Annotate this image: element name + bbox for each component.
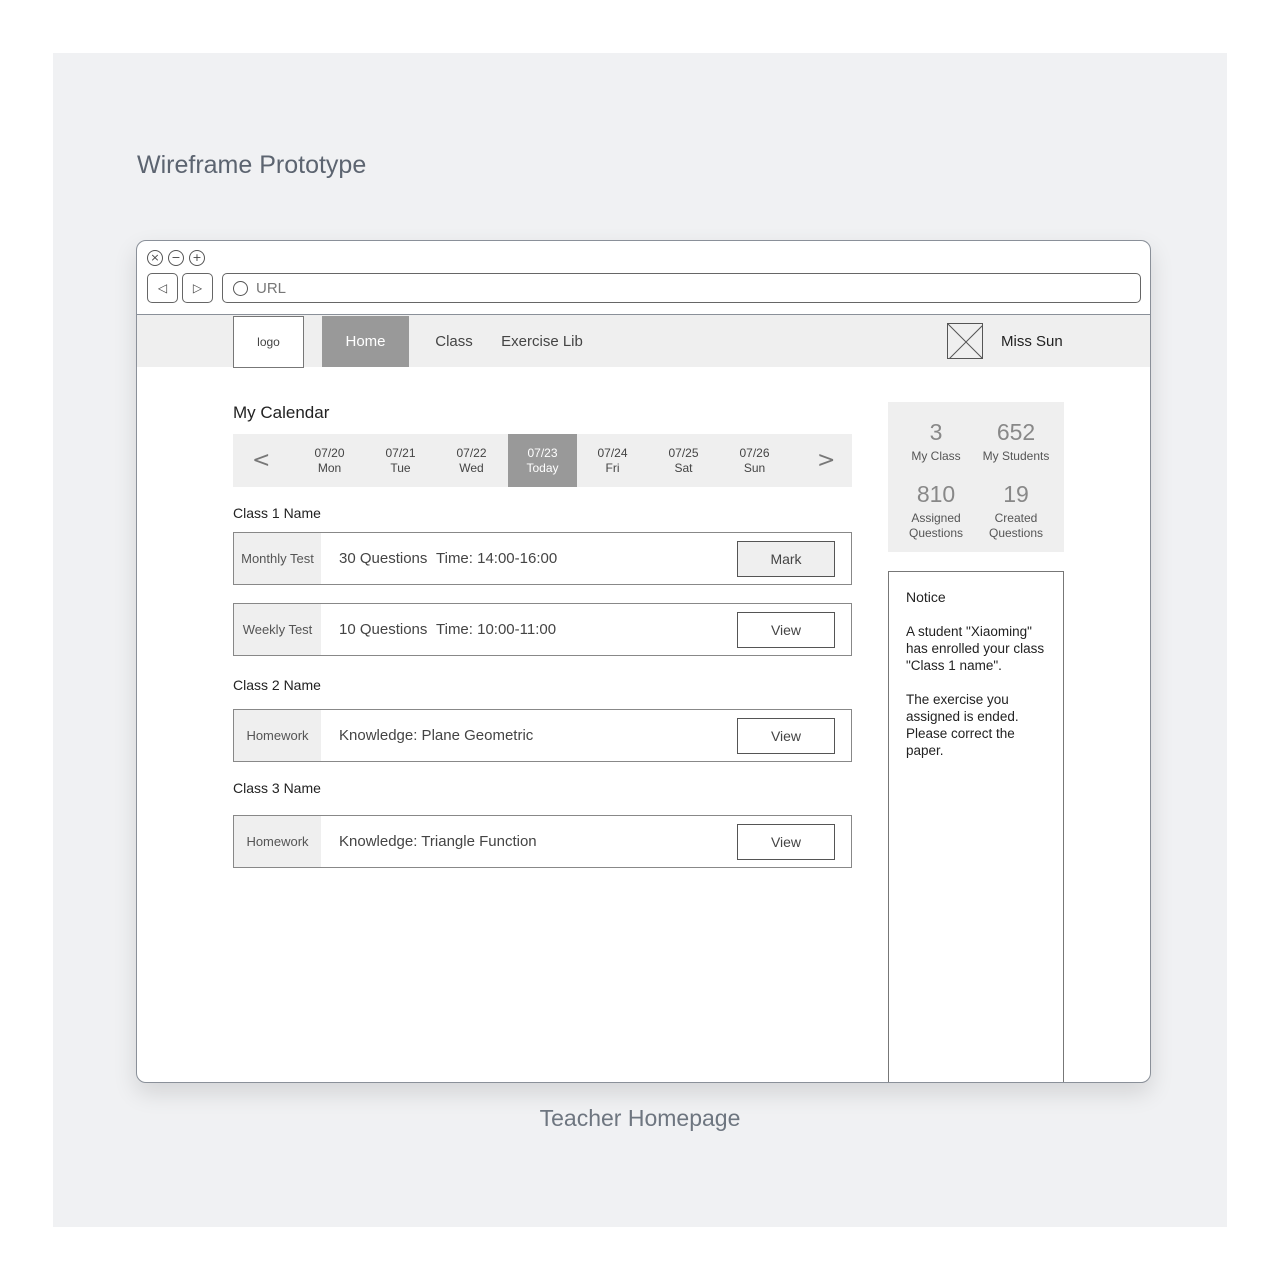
task-row: Weekly Test 10 Questions Time: 10:00-11:… bbox=[233, 603, 852, 656]
calendar-strip: < 07/20 Mon 07/21 Tue 07/22 Wed 07/23 To… bbox=[233, 434, 852, 487]
image-placeholder-icon bbox=[948, 324, 982, 358]
notice-title: Notice bbox=[906, 589, 946, 605]
nav-class[interactable]: Class bbox=[423, 316, 485, 367]
stat-label: My Class bbox=[911, 449, 961, 463]
close-icon[interactable]: × bbox=[147, 250, 163, 266]
stat-value: 3 bbox=[929, 419, 943, 445]
calendar-day[interactable]: 07/24 Fri bbox=[578, 434, 647, 487]
view-button[interactable]: View bbox=[737, 612, 835, 648]
user-name[interactable]: Miss Sun bbox=[1001, 316, 1063, 367]
canvas-title: Wireframe Prototype bbox=[137, 151, 367, 179]
stat-value: 19 bbox=[1003, 481, 1029, 507]
minimize-icon[interactable]: − bbox=[168, 250, 184, 266]
maximize-icon[interactable]: + bbox=[189, 250, 205, 266]
avatar[interactable] bbox=[947, 323, 983, 359]
notice-message[interactable]: The exercise you assigned is ended. Plea… bbox=[906, 691, 1051, 759]
calendar-day-today[interactable]: 07/23 Today bbox=[508, 434, 577, 487]
stat-value: 810 bbox=[916, 481, 956, 507]
class-name: Class 3 Name bbox=[233, 780, 321, 796]
stat-label: Created Questions bbox=[988, 511, 1044, 540]
url-placeholder: URL bbox=[256, 280, 287, 297]
calendar-title: My Calendar bbox=[233, 403, 330, 422]
task-type: Monthly Test bbox=[234, 533, 321, 584]
calendar-day[interactable]: 07/21 Tue bbox=[366, 434, 435, 487]
mark-button[interactable]: Mark bbox=[737, 541, 835, 577]
task-time: Time: 10:00-11:00 bbox=[436, 621, 557, 638]
forward-button[interactable]: ▷ bbox=[182, 273, 213, 303]
class-name: Class 1 Name bbox=[233, 505, 321, 521]
stat-my-students[interactable]: 652 My Students bbox=[976, 418, 1056, 464]
class-name: Class 2 Name bbox=[233, 677, 321, 693]
app-header: logo Home Class Exercise Lib Miss Sun bbox=[137, 314, 1150, 368]
logo[interactable]: logo bbox=[233, 316, 304, 368]
task-desc: 30 Questions bbox=[339, 550, 428, 567]
task-type: Homework bbox=[234, 710, 321, 761]
nav-home[interactable]: Home bbox=[322, 316, 409, 367]
calendar-day[interactable]: 07/20 Mon bbox=[295, 434, 364, 487]
task-row: Monthly Test 30 Questions Time: 14:00-16… bbox=[233, 532, 852, 585]
task-row: Homework Knowledge: Plane Geometric View bbox=[233, 709, 852, 762]
notice-panel: Notice A student "Xiaoming" has enrolled… bbox=[888, 571, 1064, 1082]
stat-label: Assigned Questions bbox=[908, 511, 964, 540]
canvas-caption: Teacher Homepage bbox=[539, 1105, 741, 1131]
view-button[interactable]: View bbox=[737, 718, 835, 754]
view-button[interactable]: View bbox=[737, 824, 835, 860]
task-type: Homework bbox=[234, 816, 321, 867]
task-desc: 10 Questions bbox=[339, 621, 428, 638]
stat-label: My Students bbox=[982, 449, 1050, 463]
browser-window: × − + ◁ ▷ URL logo Home Class Exercise L… bbox=[136, 240, 1151, 1083]
globe-icon bbox=[233, 281, 248, 296]
window-controls: × − + bbox=[147, 250, 205, 266]
task-desc: Knowledge: Triangle Function bbox=[339, 833, 537, 850]
calendar-day[interactable]: 07/22 Wed bbox=[437, 434, 506, 487]
task-type: Weekly Test bbox=[234, 604, 321, 655]
back-button[interactable]: ◁ bbox=[147, 273, 178, 303]
stat-created-questions[interactable]: 19 Created Questions bbox=[976, 480, 1056, 541]
task-desc: Knowledge: Plane Geometric bbox=[339, 727, 534, 744]
notice-message[interactable]: A student "Xiaoming" has enrolled your c… bbox=[906, 623, 1051, 674]
stats-panel: 3 My Class 652 My Students 810 Assigned … bbox=[888, 402, 1064, 552]
url-bar[interactable]: URL bbox=[222, 273, 1141, 303]
canvas: Wireframe Prototype × − + ◁ ▷ URL logo H… bbox=[53, 53, 1227, 1227]
calendar-prev-button[interactable]: < bbox=[252, 434, 270, 487]
stat-assigned-questions[interactable]: 810 Assigned Questions bbox=[896, 480, 976, 541]
calendar-day[interactable]: 07/25 Sat bbox=[649, 434, 718, 487]
task-row: Homework Knowledge: Triangle Function Vi… bbox=[233, 815, 852, 868]
stat-value: 652 bbox=[996, 419, 1036, 445]
calendar-next-button[interactable]: > bbox=[817, 434, 835, 487]
task-time: Time: 14:00-16:00 bbox=[436, 550, 558, 567]
nav-exercise-lib[interactable]: Exercise Lib bbox=[497, 316, 587, 367]
stat-my-class[interactable]: 3 My Class bbox=[896, 418, 976, 464]
calendar-day[interactable]: 07/26 Sun bbox=[720, 434, 789, 487]
